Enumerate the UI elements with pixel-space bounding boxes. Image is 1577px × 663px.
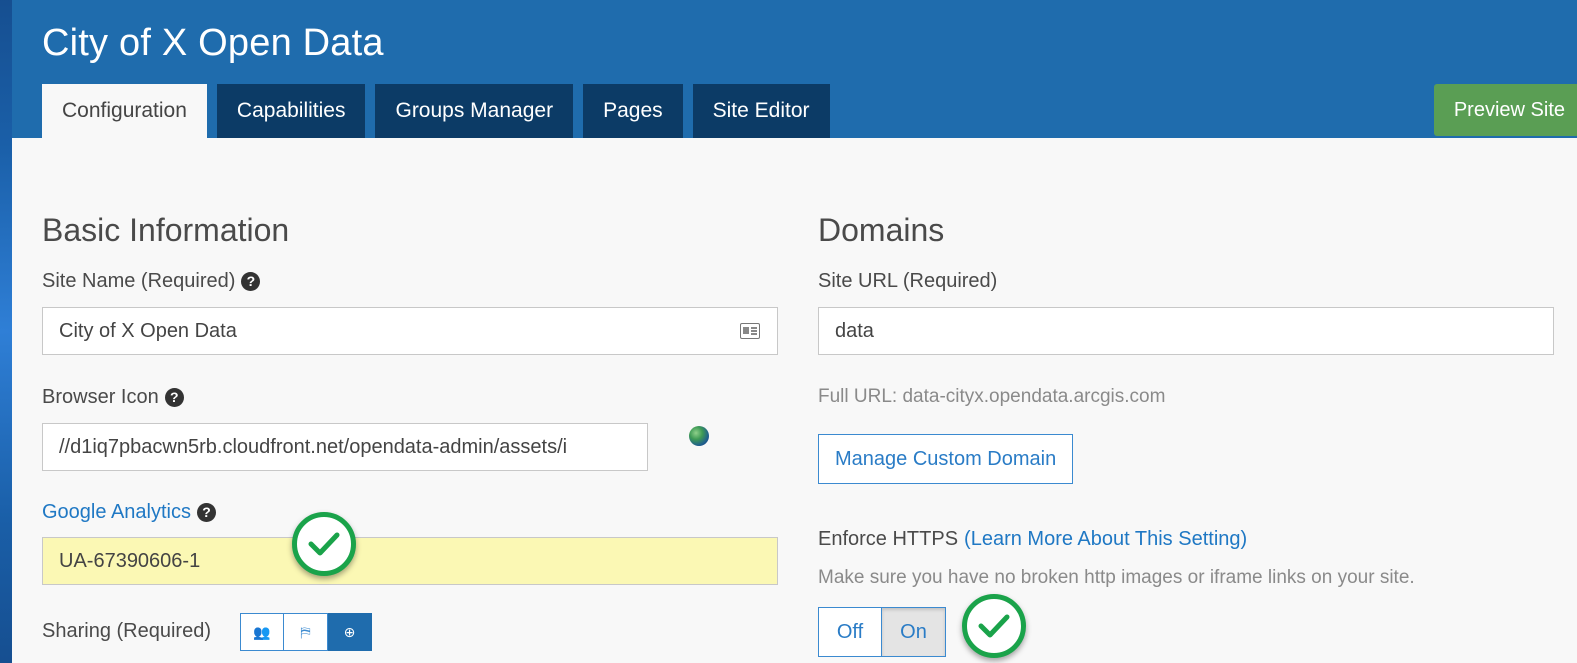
checkmark-icon [292,512,356,576]
preview-site-button[interactable]: Preview Site [1433,84,1577,136]
help-icon[interactable]: ? [196,503,216,522]
enforce-https-label-row: Enforce HTTPS (Learn More About This Set… [818,528,1247,551]
public-icon: ⊕ [343,623,356,640]
app-header: City of X Open Data Configuration Capabi… [12,0,1577,138]
https-toggle: Off On [818,607,946,657]
tab-bar: Configuration Capabilities Groups Manage… [42,84,840,138]
google-analytics-link[interactable]: Google Analytics [42,501,191,524]
checkmark-glyph [978,614,1010,638]
site-url-input[interactable] [818,307,1554,355]
site-name-input[interactable] [42,307,778,355]
browser-icon-label: Browser Icon [42,386,159,408]
manage-custom-domain-button[interactable]: Manage Custom Domain [818,434,1074,484]
tab-pages[interactable]: Pages [583,84,683,138]
tab-configuration[interactable]: Configuration [42,84,207,138]
app-title: City of X Open Data [42,22,384,64]
basic-information-heading: Basic Information [42,212,290,248]
share-group-button[interactable]: 👥 [240,613,284,651]
app-window: City of X Open Data Configuration Capabi… [12,0,1577,663]
learn-more-link[interactable]: (Learn More About This Setting) [964,528,1247,551]
help-icon[interactable]: ? [241,272,261,291]
browser-icon-input[interactable] [42,423,648,471]
share-public-button[interactable]: ⊕ [328,613,372,651]
enforce-https-label: Enforce HTTPS [818,528,959,550]
google-analytics-input[interactable] [42,537,778,585]
contact-card-icon [740,323,760,339]
sharing-options: 👥 ⛿ ⊕ [240,613,372,651]
desktop-background: City of X Open Data Configuration Capabi… [0,0,1577,663]
help-icon[interactable]: ? [164,388,184,407]
checkmark-icon [962,594,1026,658]
sharing-label: Sharing (Required) [42,620,211,642]
google-analytics-label-row: Google Analytics ? [42,501,216,524]
browser-icon-label-row: Browser Icon ? [42,386,184,409]
domains-heading: Domains [818,212,945,248]
site-name-label-row: Site Name (Required) ? [42,270,261,293]
tab-groups-manager[interactable]: Groups Manager [375,84,574,138]
group-icon: 👥 [253,623,271,640]
https-on-button[interactable]: On [882,607,946,657]
site-url-label: Site URL (Required) [818,270,998,292]
globe-icon [689,426,709,446]
tab-site-editor[interactable]: Site Editor [692,84,830,138]
full-url-text: Full URL: data-cityx.opendata.arcgis.com [818,386,1166,407]
share-organization-button[interactable]: ⛿ [284,613,328,651]
tab-capabilities[interactable]: Capabilities [216,84,366,138]
organization-icon: ⛿ [300,623,311,640]
https-off-button[interactable]: Off [818,607,882,657]
https-hint-text: Make sure you have no broken http images… [818,567,1415,588]
site-name-label: Site Name (Required) [42,270,236,292]
checkmark-glyph [308,532,340,556]
